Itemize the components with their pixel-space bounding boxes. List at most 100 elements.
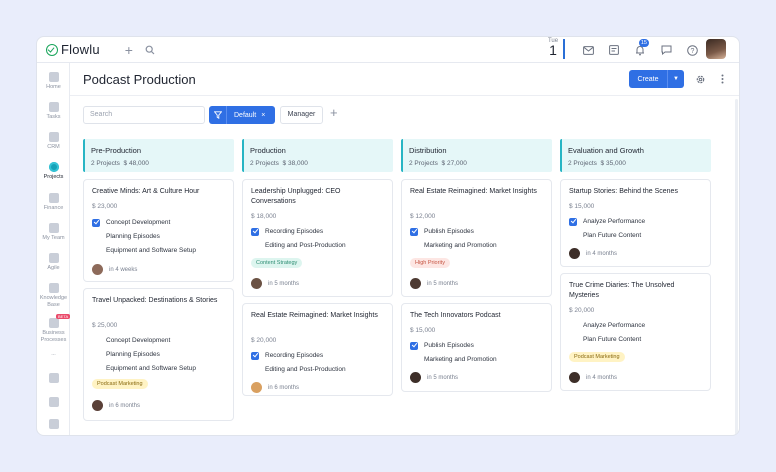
task-item[interactable]: Publish Episodes: [410, 341, 474, 350]
project-card[interactable]: Real Estate Reimagined: Market Insights …: [242, 303, 393, 396]
checkbox-checked[interactable]: [410, 227, 418, 236]
card-title[interactable]: Travel Unpacked: Destinations & Stories: [92, 296, 228, 306]
project-card[interactable]: Startup Stories: Behind the Scenes $ 15,…: [560, 179, 711, 267]
user-avatar[interactable]: [706, 39, 726, 59]
checkbox[interactable]: [569, 322, 577, 330]
sidebar-item-tasks[interactable]: Tasks: [37, 102, 70, 121]
notes-icon[interactable]: [604, 41, 624, 59]
vertical-scrollbar[interactable]: [735, 99, 738, 435]
checkbox[interactable]: [410, 242, 418, 250]
app-logo[interactable]: Flowlu: [46, 42, 100, 57]
project-card[interactable]: Creative Minds: Art & Culture Hour $ 23,…: [83, 179, 234, 282]
sidebar-item-projects[interactable]: Projects: [37, 162, 70, 181]
sidebar-more[interactable]: ...: [37, 351, 70, 358]
task-item[interactable]: Equipment and Software Setup: [92, 364, 196, 373]
avatar[interactable]: [569, 248, 580, 259]
avatar[interactable]: [251, 278, 262, 289]
task-item[interactable]: Editing and Post-Production: [251, 241, 346, 250]
project-card[interactable]: Travel Unpacked: Destinations & Stories …: [83, 288, 234, 421]
checkbox-checked[interactable]: [410, 341, 418, 350]
sidebar-item-business-processes[interactable]: BETA Business Processes: [37, 314, 71, 344]
calendar-date[interactable]: Tue 1: [545, 38, 561, 57]
checkbox-checked[interactable]: [251, 227, 259, 236]
sidebar-item-knowledge-base[interactable]: Knowledge Base: [37, 283, 70, 309]
sidebar-item-finance[interactable]: Finance: [37, 193, 70, 212]
checkbox-checked[interactable]: [569, 217, 577, 226]
checkbox[interactable]: [569, 232, 577, 240]
task-item[interactable]: Recording Episodes: [251, 351, 323, 360]
sidebar-extra-1[interactable]: [37, 373, 70, 385]
filter-icon[interactable]: [209, 106, 227, 124]
column-header-evaluation-and-growth[interactable]: Evaluation and Growth 2 Projects $ 35,00…: [560, 139, 711, 172]
checkbox[interactable]: [92, 365, 100, 373]
avatar[interactable]: [251, 382, 262, 393]
more-vertical-icon[interactable]: [716, 73, 728, 85]
task-item[interactable]: Equipment and Software Setup: [92, 246, 196, 255]
card-title[interactable]: Real Estate Reimagined: Market Insights: [410, 187, 546, 197]
manager-filter-button[interactable]: Manager: [280, 106, 323, 124]
card-title[interactable]: Creative Minds: Art & Culture Hour: [92, 187, 228, 197]
project-card[interactable]: Leadership Unplugged: CEO Conversations …: [242, 179, 393, 297]
sidebar-item-crm[interactable]: CRM: [37, 132, 70, 151]
tag-badge[interactable]: High Priority: [410, 258, 450, 268]
chat-icon[interactable]: [656, 41, 676, 59]
task-item[interactable]: Plan Future Content: [569, 335, 641, 344]
task-item[interactable]: Analyze Performance: [569, 217, 645, 226]
card-title[interactable]: Real Estate Reimagined: Market Insights: [251, 311, 387, 321]
task-item[interactable]: Publish Episodes: [410, 227, 474, 236]
task-item[interactable]: Marketing and Promotion: [410, 241, 497, 250]
task-item[interactable]: Marketing and Promotion: [410, 355, 497, 364]
avatar[interactable]: [410, 278, 421, 289]
add-filter-icon[interactable]: +: [330, 105, 338, 120]
filter-button[interactable]: Default ×: [209, 106, 275, 124]
sidebar-item-agile[interactable]: Agile: [37, 253, 70, 272]
avatar[interactable]: [92, 400, 103, 411]
search-icon[interactable]: [145, 45, 155, 55]
task-item[interactable]: Editing and Post-Production: [251, 365, 346, 374]
task-item[interactable]: Planning Episodes: [92, 232, 160, 241]
avatar[interactable]: [569, 372, 580, 383]
close-icon[interactable]: ×: [261, 112, 265, 119]
sidebar-item-home[interactable]: Home: [37, 72, 70, 91]
sidebar-extra-3[interactable]: [37, 419, 70, 431]
checkbox-checked[interactable]: [92, 218, 100, 227]
avatar[interactable]: [92, 264, 103, 275]
card-title[interactable]: Startup Stories: Behind the Scenes: [569, 187, 705, 197]
sidebar-extra-2[interactable]: [37, 397, 70, 409]
project-card[interactable]: Real Estate Reimagined: Market Insights …: [401, 179, 552, 297]
column-header-pre-production[interactable]: Pre-Production 2 Projects $ 48,000: [83, 139, 234, 172]
checkbox[interactable]: [251, 366, 259, 374]
task-item[interactable]: Plan Future Content: [569, 231, 641, 240]
quick-add-icon[interactable]: +: [125, 43, 133, 57]
project-card[interactable]: The Tech Innovators Podcast $ 15,000 Pub…: [401, 303, 552, 392]
help-icon[interactable]: ?: [682, 41, 702, 59]
checkbox[interactable]: [92, 233, 100, 241]
search-input[interactable]: Search: [83, 106, 205, 124]
gear-icon[interactable]: [694, 73, 706, 85]
column-header-distribution[interactable]: Distribution 2 Projects $ 27,000: [401, 139, 552, 172]
card-title[interactable]: Leadership Unplugged: CEO Conversations: [251, 187, 387, 207]
sidebar-item-my-team[interactable]: My Team: [37, 223, 70, 242]
task-item[interactable]: Concept Development: [92, 218, 170, 227]
checkbox[interactable]: [92, 337, 100, 345]
checkbox[interactable]: [92, 247, 100, 255]
task-item[interactable]: Concept Development: [92, 336, 170, 345]
bell-icon[interactable]: 15: [630, 39, 650, 59]
column-header-production[interactable]: Production 2 Projects $ 38,000: [242, 139, 393, 172]
tag-badge[interactable]: Podcast Marketing: [92, 379, 148, 389]
checkbox-checked[interactable]: [251, 351, 259, 360]
checkbox[interactable]: [251, 242, 259, 250]
checkbox[interactable]: [410, 356, 418, 364]
tag-badge[interactable]: Content Strategy: [251, 258, 303, 268]
task-item[interactable]: Planning Episodes: [92, 350, 160, 359]
create-button[interactable]: Create ▼: [629, 70, 684, 88]
task-item[interactable]: Recording Episodes: [251, 227, 323, 236]
tag-badge[interactable]: Podcast Marketing: [569, 352, 625, 362]
project-card[interactable]: True Crime Diaries: The Unsolved Mysteri…: [560, 273, 711, 391]
task-item[interactable]: Analyze Performance: [569, 321, 645, 330]
checkbox[interactable]: [92, 351, 100, 359]
card-title[interactable]: True Crime Diaries: The Unsolved Mysteri…: [569, 281, 705, 301]
chevron-down-icon[interactable]: ▼: [668, 76, 684, 82]
card-title[interactable]: The Tech Innovators Podcast: [410, 311, 546, 321]
checkbox[interactable]: [569, 336, 577, 344]
